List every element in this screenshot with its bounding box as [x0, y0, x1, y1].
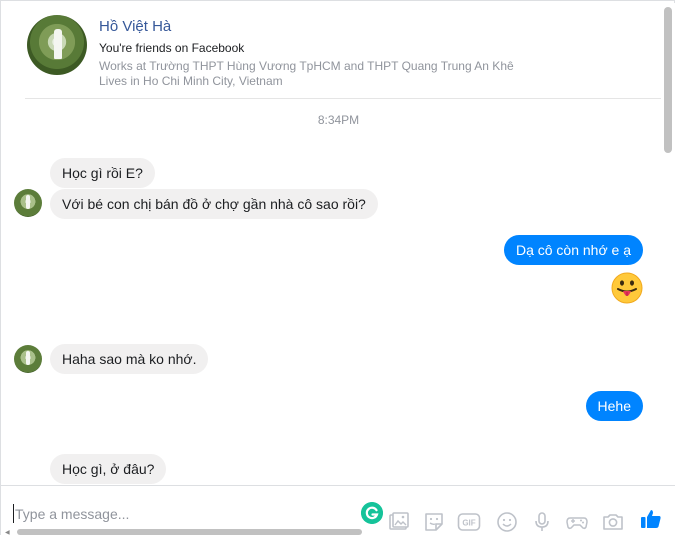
profile-work: Works at Trường THPT Hùng Vương TpHCM an… — [99, 59, 514, 73]
message-input[interactable] — [15, 503, 355, 525]
sender-avatar[interactable] — [14, 345, 42, 373]
profile-name[interactable]: Hồ Việt Hà — [99, 18, 171, 35]
sticker-icon[interactable] — [422, 510, 446, 534]
tongue-out-emoji — [611, 272, 643, 304]
outgoing-message: Hehe — [585, 391, 643, 421]
profile-lives: Lives in Ho Chi Minh City, Vietnam — [99, 74, 283, 88]
incoming-message: Học gì rồi E? — [50, 158, 155, 188]
chat-window: Hồ Việt Hà You're friends on Facebook Wo… — [0, 0, 675, 535]
horizontal-scrollbar[interactable] — [17, 529, 362, 535]
message-timestamp: 8:34PM — [317, 113, 360, 127]
profile-avatar[interactable] — [27, 15, 87, 75]
incoming-message: Với bé con chị bán đồ ở chợ gần nhà cô s… — [50, 189, 378, 219]
image-icon[interactable] — [387, 510, 411, 534]
gif-icon[interactable]: GIF — [457, 510, 481, 534]
emoji-icon[interactable] — [495, 510, 519, 534]
grammarly-icon[interactable] — [361, 502, 383, 524]
game-icon[interactable] — [565, 510, 589, 534]
incoming-message: Haha sao mà ko nhớ. — [50, 344, 209, 374]
friends-status: You're friends on Facebook — [99, 41, 245, 55]
like-icon[interactable] — [639, 507, 663, 531]
text-caret — [13, 504, 14, 523]
microphone-icon[interactable] — [530, 510, 554, 534]
profile-header: Hồ Việt Hà You're friends on Facebook Wo… — [25, 13, 665, 99]
scroll-left-arrow-icon[interactable]: ◀ — [5, 529, 11, 535]
camera-icon[interactable] — [601, 510, 625, 534]
incoming-message: Học gì, ở đâu? — [50, 454, 167, 484]
sender-avatar[interactable] — [14, 189, 42, 217]
svg-text:GIF: GIF — [462, 519, 475, 528]
scrollbar-thumb[interactable] — [664, 7, 672, 153]
outgoing-message: Dạ cô còn nhớ e ạ — [503, 235, 643, 265]
